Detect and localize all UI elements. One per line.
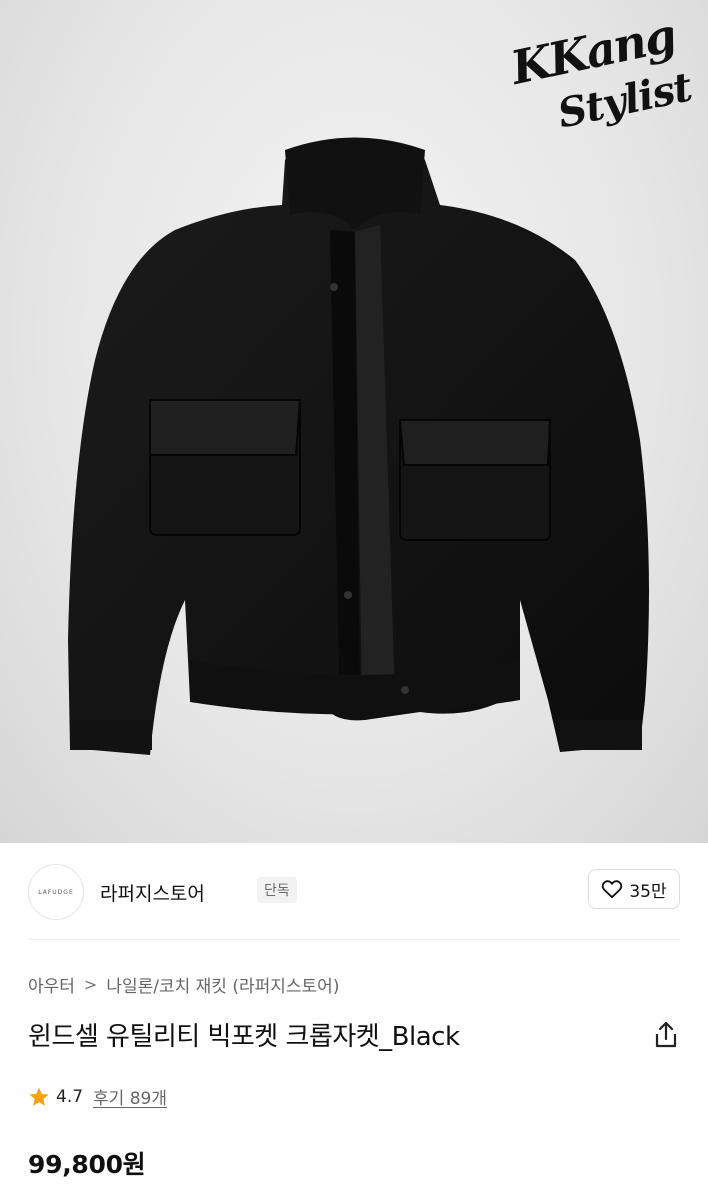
store-logo[interactable]: LAFUDGE <box>28 864 84 920</box>
like-button[interactable]: 35만 <box>588 869 680 909</box>
like-count: 35만 <box>629 881 667 902</box>
store-logo-text: LAFUDGE <box>38 888 74 896</box>
breadcrumb-outer[interactable]: 아우터 <box>28 972 75 997</box>
share-icon[interactable] <box>652 1020 680 1050</box>
breadcrumb: 아우터 > 나일론/코치 재킷 (라퍼지스토어) <box>28 972 339 997</box>
price: 99,800원 <box>28 1150 146 1179</box>
product-image[interactable]: KKang Stylist <box>0 0 708 843</box>
store-name[interactable]: 라퍼지스토어 <box>100 879 205 906</box>
review-link[interactable]: 후기 89개 <box>93 1084 167 1109</box>
breadcrumb-category[interactable]: 나일론/코치 재킷 (라퍼지스토어) <box>106 972 339 997</box>
rating-score: 4.7 <box>56 1086 84 1107</box>
heart-icon <box>602 880 623 899</box>
exclusive-badge: 단독 <box>257 877 297 903</box>
store-row: LAFUDGE 라퍼지스토어 단독 35만 <box>28 843 680 940</box>
product-title: 윈드셀 유틸리티 빅포켓 크롭자켓_Black <box>28 1022 460 1052</box>
star-icon <box>29 1087 49 1106</box>
chevron-right-icon: > <box>83 975 98 994</box>
rating: 4.7 후기 89개 <box>28 1084 167 1109</box>
